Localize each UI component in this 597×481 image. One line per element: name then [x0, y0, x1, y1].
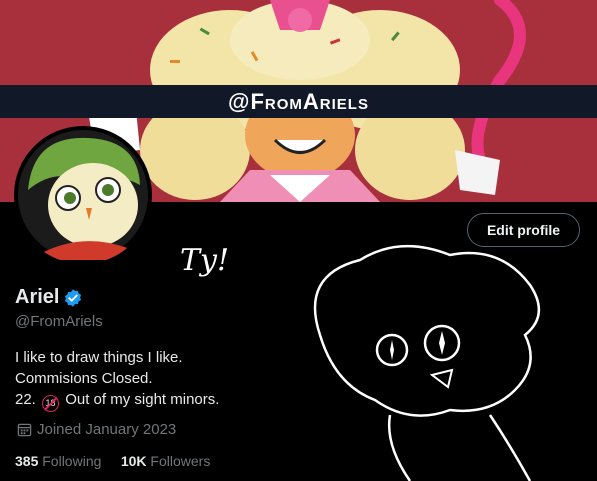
sketch-caption: Ty! [180, 243, 229, 278]
following-label: Following [42, 453, 102, 469]
bio-line: Commisions Closed. [15, 370, 153, 387]
following-count: 385 [15, 453, 39, 469]
verified-badge-icon[interactable] [63, 288, 83, 308]
joined-text: Joined January 2023 [37, 421, 177, 438]
profile-handle: @FromAriels [15, 313, 103, 330]
followers-count: 10K [120, 453, 147, 469]
bio-minors-text: Out of my sight minors. [65, 391, 220, 408]
follow-stats: 385 Following 10K Followers [15, 453, 210, 469]
age-18-icon: 18 [42, 395, 60, 412]
joined-date: Joined January 2023 [17, 421, 176, 438]
profile-avatar[interactable] [14, 126, 152, 264]
followers-label: Followers [150, 453, 211, 469]
avatar-artwork [18, 130, 148, 260]
bio-line: I like to draw things I like. [15, 349, 183, 366]
followers-link[interactable]: 10K Followers [121, 453, 210, 469]
profile-bio: I like to draw things I like. Commisions… [15, 347, 219, 412]
following-link[interactable]: 385 Following [15, 453, 101, 469]
bio-line: 22. 18 Out of my sight minors. [15, 389, 219, 412]
banner-handle-text: @FromAriels [228, 89, 369, 114]
profile-name-row: Ariel [15, 286, 83, 309]
bio-age: 22. [15, 391, 36, 408]
calendar-icon [17, 423, 32, 437]
sketch-drawing: Ty! [180, 243, 540, 481]
profile-name: Ariel [15, 286, 60, 308]
